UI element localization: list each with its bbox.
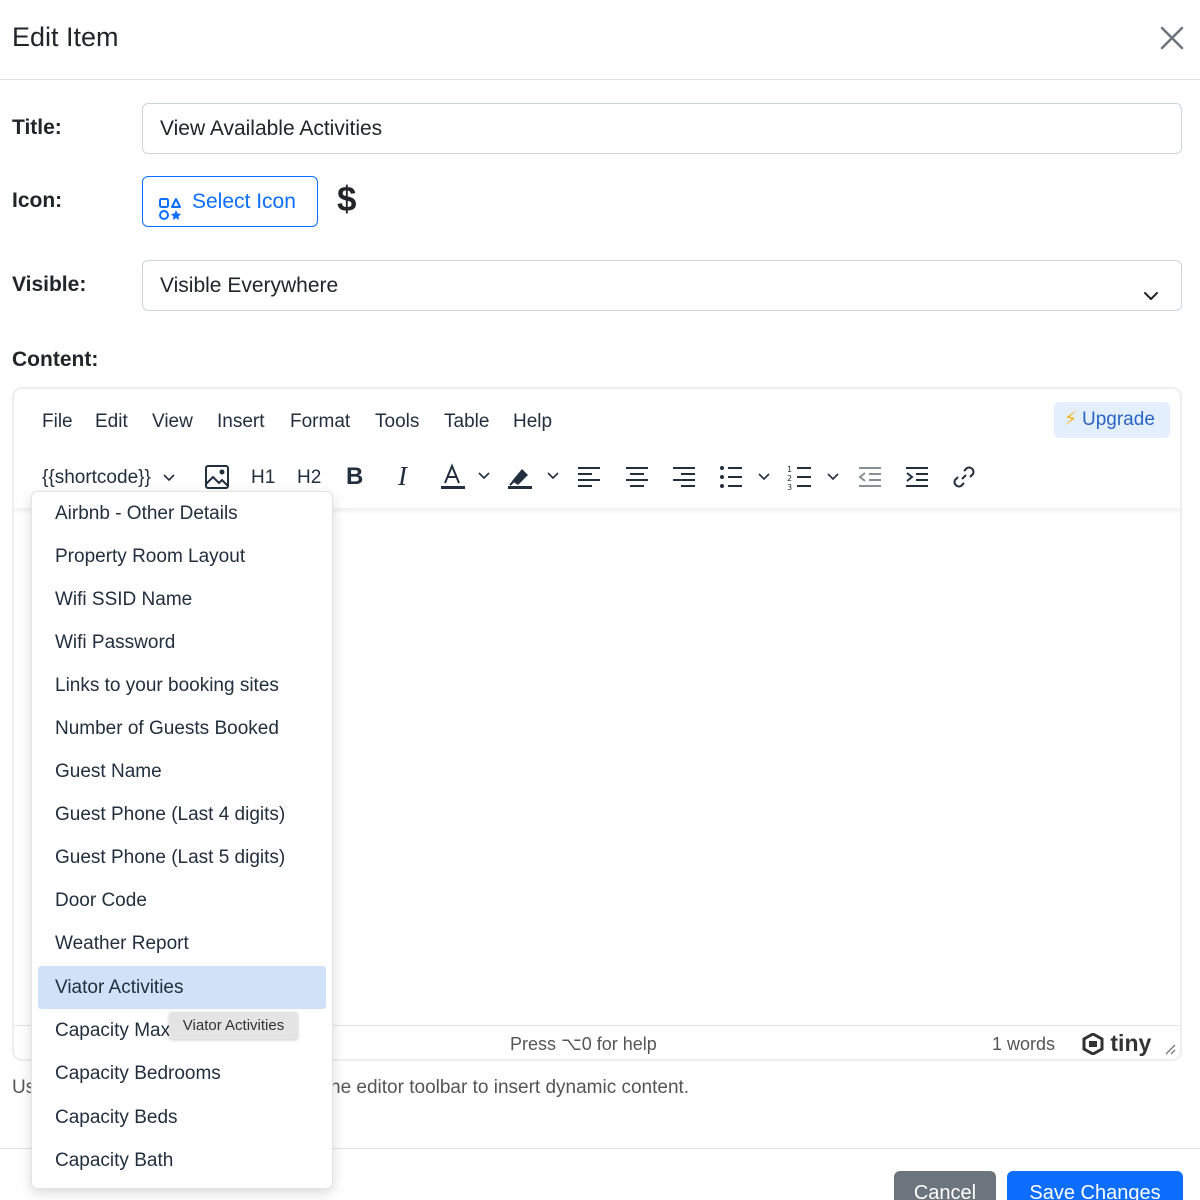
indent-icon[interactable] [904, 465, 930, 489]
tooltip: Viator Activities [169, 1012, 298, 1039]
image-icon[interactable] [203, 463, 231, 491]
save-changes-button[interactable]: Save Changes [1007, 1171, 1183, 1200]
menu-insert[interactable]: Insert [217, 411, 265, 433]
cancel-button[interactable]: Cancel [894, 1171, 996, 1200]
menu-item-guest-name[interactable]: Guest Name [38, 750, 326, 793]
shortcode-dropdown[interactable]: {{shortcode}} [42, 467, 176, 489]
visible-select-value: Visible Everywhere [160, 274, 339, 297]
menu-item-guests-booked[interactable]: Number of Guests Booked [38, 707, 326, 750]
numbered-list-icon[interactable]: 123 [787, 464, 847, 490]
h1-button[interactable]: H1 [251, 467, 275, 489]
align-left-icon[interactable] [576, 465, 602, 489]
chevron-down-icon [163, 474, 175, 482]
menu-item-capacity-bath[interactable]: Capacity Bath [38, 1139, 326, 1182]
modal-title: Edit Item [12, 22, 119, 52]
menu-view[interactable]: View [152, 411, 193, 433]
visible-select[interactable]: Visible Everywhere [142, 260, 1182, 311]
close-icon[interactable] [1156, 22, 1188, 54]
menu-file[interactable]: File [42, 411, 73, 433]
helper-suffix: he editor toolbar to insert dynamic cont… [330, 1077, 690, 1098]
menu-item-guest-phone-5[interactable]: Guest Phone (Last 5 digits) [38, 836, 326, 879]
icons-grid-icon [158, 190, 182, 220]
menu-item-booking-site-links[interactable]: Links to your booking sites [38, 664, 326, 707]
menu-item-capacity-bedrooms[interactable]: Capacity Bedrooms [38, 1052, 326, 1095]
svg-text:3: 3 [787, 483, 792, 490]
title-label: Title: [12, 116, 62, 139]
visible-label: Visible: [12, 273, 87, 296]
menu-format[interactable]: Format [290, 411, 350, 433]
tiny-logo-icon [1082, 1033, 1104, 1055]
tiny-brand: tiny [1110, 1030, 1152, 1056]
menu-item-weather-report[interactable]: Weather Report [38, 922, 326, 965]
svg-text:1: 1 [787, 465, 792, 474]
align-right-icon[interactable] [671, 465, 697, 489]
title-input[interactable] [142, 103, 1182, 154]
menu-item-guest-phone-4[interactable]: Guest Phone (Last 4 digits) [38, 793, 326, 836]
italic-icon[interactable]: I [398, 461, 407, 492]
svg-text:2: 2 [787, 474, 792, 483]
highlight-color-icon[interactable] [506, 463, 562, 491]
word-count[interactable]: 1 words [992, 1034, 1055, 1055]
lightning-icon: ⚡ [1064, 409, 1078, 430]
modal-header: Edit Item [0, 0, 1200, 80]
help-hint: Press ⌥0 for help [510, 1034, 657, 1054]
menu-edit[interactable]: Edit [95, 411, 128, 433]
dollar-icon: $ [337, 180, 357, 219]
h2-button[interactable]: H2 [297, 467, 321, 489]
menu-table[interactable]: Table [444, 411, 489, 433]
menu-item-viator-activities[interactable]: Viator Activities [38, 966, 326, 1009]
link-icon[interactable] [950, 463, 978, 491]
upgrade-button[interactable]: ⚡ Upgrade [1054, 402, 1170, 438]
outdent-icon[interactable] [857, 465, 883, 489]
align-center-icon[interactable] [624, 465, 650, 489]
content-label: Content: [12, 348, 99, 371]
menu-tools[interactable]: Tools [375, 411, 419, 433]
icon-label: Icon: [12, 189, 63, 212]
select-icon-label: Select Icon [192, 190, 296, 213]
upgrade-label: Upgrade [1082, 409, 1155, 430]
shortcode-label: {{shortcode}} [42, 467, 151, 488]
menu-item-door-code[interactable]: Door Code [38, 879, 326, 922]
select-icon-button[interactable]: Select Icon [142, 176, 318, 227]
menu-help[interactable]: Help [513, 411, 552, 433]
menu-item-capacity-beds[interactable]: Capacity Beds [38, 1096, 326, 1139]
bullet-list-icon[interactable] [718, 464, 778, 490]
menu-item-airbnb-other-details[interactable]: Airbnb - Other Details [38, 492, 326, 535]
tiny-logo[interactable]: tiny [1082, 1030, 1151, 1057]
menu-item-property-room-layout[interactable]: Property Room Layout [38, 535, 326, 578]
chevron-down-icon [1141, 275, 1161, 300]
menu-item-wifi-password[interactable]: Wifi Password [38, 621, 326, 664]
menu-item-wifi-ssid-name[interactable]: Wifi SSID Name [38, 578, 326, 621]
resize-handle-icon[interactable] [1164, 1042, 1176, 1055]
shortcode-dropdown-menu: Airbnb - Other Details Property Room Lay… [31, 491, 333, 1189]
text-color-icon[interactable] [439, 463, 495, 491]
editor-menubar: File Edit View Insert Format Tools Table… [14, 389, 1180, 449]
bold-icon[interactable]: B [346, 463, 363, 491]
